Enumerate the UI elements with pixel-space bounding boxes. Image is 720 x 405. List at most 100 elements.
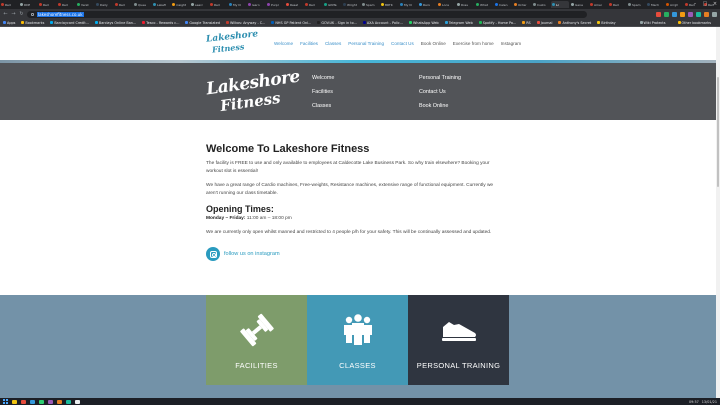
browser-tab[interactable]: What bbox=[475, 1, 493, 8]
instagram-icon[interactable] bbox=[206, 247, 220, 261]
nav-instagram[interactable]: Instagram bbox=[501, 41, 521, 46]
browser-tab[interactable]: Amer bbox=[589, 1, 607, 8]
nav-personal-training[interactable]: Personal Training bbox=[348, 41, 384, 46]
taskbar-app-icon[interactable] bbox=[30, 399, 35, 404]
browser-tab[interactable]: Order bbox=[513, 1, 531, 8]
bookmark-item[interactable]: Bookmarks bbox=[21, 21, 44, 25]
bookmark-item[interactable]: GOV.UK - Sign in to... bbox=[317, 21, 357, 25]
browser-tab[interactable]: Red bbox=[0, 1, 18, 8]
taskbar-app-icon[interactable] bbox=[21, 399, 26, 404]
windows-start-icon[interactable] bbox=[3, 399, 8, 404]
taskbar-app-icon[interactable] bbox=[12, 399, 17, 404]
browser-tab[interactable]: Quee bbox=[133, 1, 151, 8]
tile-classes[interactable]: CLASSES bbox=[307, 295, 408, 385]
browser-tab[interactable]: Gene bbox=[570, 1, 588, 8]
nav-welcome[interactable]: Welcome bbox=[274, 41, 293, 46]
nav-contact-us[interactable]: Contact Us bbox=[391, 41, 414, 46]
bookmark-item[interactable]: Birthday bbox=[597, 21, 616, 25]
forward-icon[interactable]: → bbox=[11, 11, 16, 17]
browser-tab[interactable]: Red bbox=[608, 1, 626, 8]
bookmark-item[interactable]: Apps bbox=[3, 21, 15, 25]
taskbar-app-icon[interactable] bbox=[48, 399, 53, 404]
bookmark-item[interactable]: AXA Account - Polic... bbox=[362, 21, 403, 25]
extension-icon[interactable] bbox=[656, 11, 661, 17]
browser-tab[interactable]: Daily bbox=[95, 1, 113, 8]
nav-facilities[interactable]: Facilities bbox=[300, 41, 318, 46]
browser-tab[interactable]: My N bbox=[399, 1, 417, 8]
bookmark-item[interactable]: Spotify - Home Pa... bbox=[478, 21, 516, 25]
taskbar-app-icon[interactable] bbox=[75, 399, 80, 404]
bookmark-item[interactable]: Wilkos: Anyway - C... bbox=[226, 21, 265, 25]
nav-book-online[interactable]: Book Online bbox=[421, 41, 446, 46]
maximize-icon[interactable]: □ bbox=[700, 0, 710, 9]
browser-tab[interactable]: Calen bbox=[494, 1, 512, 8]
bookmark-item[interactable]: Barclaycard Credit... bbox=[50, 21, 89, 25]
bookmark-item[interactable]: Tesco - Rewards c... bbox=[142, 21, 179, 25]
page-scrollbar[interactable] bbox=[716, 27, 720, 398]
band-link-welcome[interactable]: Welcome bbox=[312, 75, 334, 81]
instagram-follow[interactable]: follow us on instagram bbox=[206, 247, 506, 261]
browser-tab[interactable]: Raini bbox=[418, 1, 436, 8]
browser-tab[interactable]: Reset bbox=[285, 1, 303, 8]
browser-tab[interactable]: Spam bbox=[627, 1, 645, 8]
bookmark-item[interactable]: Other bookmarks bbox=[677, 21, 711, 25]
taskbar-app-icon[interactable] bbox=[57, 399, 62, 404]
nav-classes[interactable]: Classes bbox=[325, 41, 341, 46]
back-icon[interactable]: ← bbox=[3, 11, 8, 17]
bookmark-item[interactable]: Barclays Online Ban... bbox=[94, 21, 136, 25]
browser-tab[interactable]: Ross bbox=[456, 1, 474, 8]
bookmark-item[interactable]: WhatsApp Web bbox=[408, 21, 439, 25]
bookmark-item[interactable]: Wiki Protects bbox=[639, 21, 666, 25]
browser-tab[interactable]: Red bbox=[209, 1, 227, 8]
nav-exercise-from-home[interactable]: Exercise from home bbox=[453, 41, 494, 46]
extension-icon[interactable] bbox=[664, 11, 669, 17]
extension-icon[interactable] bbox=[704, 11, 709, 17]
browser-tab[interactable]: BRTK bbox=[380, 1, 398, 8]
band-link-contact-us[interactable]: Contact Us bbox=[419, 89, 461, 95]
tile-facilities[interactable]: FACILITIES bbox=[206, 295, 307, 385]
band-link-book-online[interactable]: Book Online bbox=[419, 103, 461, 109]
extension-icon[interactable] bbox=[688, 11, 693, 17]
bookmark-item[interactable]: Telegram Web bbox=[444, 21, 473, 25]
bookmark-item[interactable]: Anthony's Secret bbox=[558, 21, 591, 25]
bookmark-item[interactable]: Google Translated bbox=[185, 21, 220, 25]
extension-icon[interactable] bbox=[712, 11, 717, 17]
url-text[interactable]: lakeshorefitness.co.uk bbox=[37, 11, 84, 17]
browser-tab[interactable]: Red bbox=[114, 1, 132, 8]
browser-tab[interactable]: My N bbox=[228, 1, 246, 8]
browser-tab[interactable]: Custo bbox=[532, 1, 550, 8]
tile-personal-training[interactable]: PERSONAL TRAINING bbox=[408, 295, 509, 385]
site-logo[interactable]: Lakeshore Fitness bbox=[206, 29, 259, 56]
browser-tab[interactable]: Mech bbox=[646, 1, 664, 8]
bookmark-item[interactable]: Journal bbox=[536, 21, 552, 25]
bookmark-item[interactable]: RS bbox=[522, 21, 531, 25]
band-link-classes[interactable]: Classes bbox=[312, 103, 334, 109]
bookmark-item[interactable]: NHS GP Patient Onl... bbox=[271, 21, 311, 25]
band-link-facilities[interactable]: Facilities bbox=[312, 89, 334, 95]
browser-tab[interactable]: GINTe bbox=[323, 1, 341, 8]
browser-tab[interactable]: Lo bbox=[551, 1, 569, 8]
browser-tab[interactable]: Lakefi bbox=[152, 1, 170, 8]
extension-icon[interactable] bbox=[680, 11, 685, 17]
taskbar-app-icon[interactable] bbox=[39, 399, 44, 404]
browser-tab[interactable]: Purpl bbox=[266, 1, 284, 8]
browser-tab[interactable]: Verst bbox=[76, 1, 94, 8]
address-bar[interactable]: lakeshorefitness.co.uk bbox=[27, 10, 587, 18]
browser-tab[interactable]: insight bbox=[171, 1, 189, 8]
clock-time[interactable]: 09:57 bbox=[689, 400, 699, 404]
browser-tab[interactable]: learn bbox=[247, 1, 265, 8]
browser-tab[interactable]: Spam bbox=[361, 1, 379, 8]
reload-icon[interactable]: ↻ bbox=[19, 11, 24, 17]
browser-tab[interactable]: RDE bbox=[19, 1, 37, 8]
browser-tab[interactable]: searc bbox=[190, 1, 208, 8]
minimize-icon[interactable]: – bbox=[690, 0, 700, 9]
browser-tab[interactable]: Red bbox=[57, 1, 75, 8]
instagram-link[interactable]: follow us on instagram bbox=[224, 251, 280, 257]
extension-icon[interactable] bbox=[696, 11, 701, 17]
clock-date[interactable]: 13/01/21 bbox=[702, 400, 717, 404]
extension-icon[interactable] bbox=[672, 11, 677, 17]
scrollbar-thumb[interactable] bbox=[717, 77, 719, 187]
browser-tab[interactable]: Loca bbox=[437, 1, 455, 8]
browser-tab[interactable]: Red bbox=[38, 1, 56, 8]
close-icon[interactable]: × bbox=[710, 0, 720, 9]
